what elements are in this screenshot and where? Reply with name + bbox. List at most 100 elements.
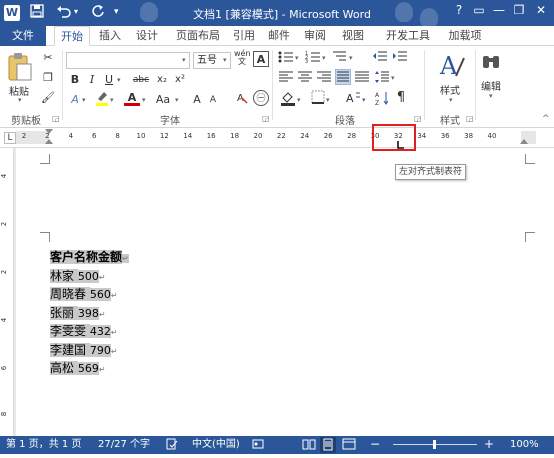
multilevel-dropdown-icon[interactable]: ▾ [349,54,353,62]
tab-home[interactable]: 开始 [54,26,90,46]
subscript-button[interactable]: x₂ [154,72,170,88]
editing-button[interactable]: 编辑 [481,78,501,93]
minimize-button[interactable]: — [490,3,508,17]
strikethrough-button[interactable]: abc [130,72,152,88]
customize-qat-icon[interactable]: ▾ [114,4,119,20]
styles-launcher-icon[interactable]: ◲ [466,114,474,123]
borders-dropdown-icon[interactable]: ▾ [326,96,330,104]
help-button[interactable]: ? [450,3,468,17]
bullets-icon[interactable] [278,50,294,66]
line-spacing-dropdown-icon[interactable]: ▾ [391,74,395,82]
word-count[interactable]: 27/27 个字 [98,438,150,452]
styles-button[interactable]: 样式 [440,82,460,97]
editing-dropdown-icon[interactable]: ▾ [489,92,493,100]
collapse-ribbon-icon[interactable]: ^ [542,114,550,124]
vertical-ruler[interactable]: 4 2 2 4 6 8 [0,148,14,436]
shading-icon[interactable] [280,90,296,106]
enclose-characters-button[interactable]: ㊀ [253,90,269,106]
justify-icon[interactable] [335,69,351,85]
tab-mailings[interactable]: 邮件 [264,26,294,46]
font-size-dropdown-icon[interactable]: ▾ [223,56,227,64]
align-left-icon[interactable] [278,70,294,86]
clear-formatting-icon[interactable]: A [234,90,250,106]
phonetic-guide-icon[interactable]: wén 文 [234,50,251,66]
highlight-dropdown-icon[interactable]: ▾ [110,96,114,104]
paste-dropdown-icon[interactable]: ▾ [18,96,22,104]
underline-dropdown-icon[interactable]: ▾ [117,76,121,84]
line-spacing-icon[interactable] [374,70,390,86]
paste-icon[interactable] [7,52,33,82]
zoom-out-button[interactable]: − [370,437,380,451]
tab-addins[interactable]: 加载项 [443,26,487,46]
document-line[interactable]: 李建国 790↵ [50,342,118,358]
font-color-button[interactable]: A [124,90,140,106]
restore-button[interactable]: ❐ [510,3,528,17]
redo-icon[interactable] [91,4,105,22]
tab-file[interactable]: 文件 [0,26,46,46]
document-line[interactable]: 李雯雯 432↵ [50,323,118,339]
right-indent-marker[interactable] [520,139,528,144]
tab-review[interactable]: 审阅 [300,26,330,46]
grow-font-button[interactable]: A [189,92,205,108]
record-macro-icon[interactable] [252,438,264,455]
close-button[interactable]: ✕ [532,3,550,17]
zoom-level[interactable]: 100% [510,438,539,452]
document-line[interactable]: 林家 500↵ [50,268,106,284]
tab-page-layout[interactable]: 页面布局 [170,26,226,46]
tab-design[interactable]: 设计 [132,26,162,46]
font-name-input[interactable] [66,52,190,69]
font-name-dropdown-icon[interactable]: ▾ [182,56,186,64]
change-case-button[interactable]: Aa [153,92,173,108]
sort-icon[interactable]: AZ [375,90,391,107]
save-icon[interactable] [30,4,44,22]
web-layout-icon[interactable] [342,438,356,455]
tab-insert[interactable]: 插入 [95,26,125,46]
shading-dropdown-icon[interactable]: ▾ [297,96,301,104]
text-effects-button[interactable]: A [67,92,83,108]
multilevel-list-icon[interactable] [332,50,348,66]
paragraph-launcher-icon[interactable]: ◲ [414,114,422,123]
language-indicator[interactable]: 中文(中国) [192,438,240,452]
decrease-indent-icon[interactable] [372,50,388,66]
bold-button[interactable]: B [67,72,83,88]
bullets-dropdown-icon[interactable]: ▾ [295,54,299,62]
asian-layout-icon[interactable]: A [345,90,361,106]
left-tab-stop-marker[interactable] [397,141,405,152]
ribbon-display-options-button[interactable]: ▭ [470,3,488,17]
copy-icon[interactable]: ❐ [40,70,56,86]
read-mode-icon[interactable] [302,438,316,455]
underline-button[interactable]: U [101,72,117,88]
character-border-icon[interactable]: A [253,51,269,67]
borders-icon[interactable] [310,90,326,106]
change-case-dropdown-icon[interactable]: ▾ [175,96,179,104]
italic-button[interactable]: I [84,72,100,88]
undo-dropdown-icon[interactable]: ▾ [74,4,78,20]
font-launcher-icon[interactable]: ◲ [262,114,270,123]
zoom-slider-thumb[interactable] [433,440,436,449]
zoom-in-button[interactable]: + [484,437,494,451]
document-line[interactable]: 客户名称金额↵ [50,249,129,265]
horizontal-ruler[interactable]: L 2 2 4 6 8 10 12 14 16 18 20 22 24 26 28 30 32 34 36 38 40 [0,128,554,148]
tab-selector[interactable]: L [4,132,16,144]
distributed-icon[interactable] [354,70,370,86]
tab-developer[interactable]: 开发工具 [380,26,436,46]
align-right-icon[interactable] [316,70,332,86]
show-formatting-marks-icon[interactable]: ¶ [393,90,409,106]
asian-layout-dropdown-icon[interactable]: ▾ [362,96,366,104]
print-layout-icon[interactable] [320,437,336,453]
proofing-icon[interactable] [166,438,178,455]
styles-icon[interactable]: A [438,50,466,80]
numbering-icon[interactable]: 123 [305,50,321,66]
highlighter-icon[interactable] [94,90,110,106]
undo-icon[interactable] [56,4,72,22]
document-line[interactable]: 周晓春 560↵ [50,286,118,302]
superscript-button[interactable]: x² [172,72,188,88]
shrink-font-button[interactable]: A [205,92,221,108]
document-line[interactable]: 高松 569↵ [50,360,106,376]
format-painter-icon[interactable]: 🖌 [40,90,56,106]
increase-indent-icon[interactable] [392,50,408,66]
clipboard-launcher-icon[interactable]: ◲ [52,114,60,123]
binoculars-icon[interactable] [481,52,501,72]
page-count[interactable]: 第 1 页，共 1 页 [6,438,81,452]
font-color-dropdown-icon[interactable]: ▾ [142,96,146,104]
